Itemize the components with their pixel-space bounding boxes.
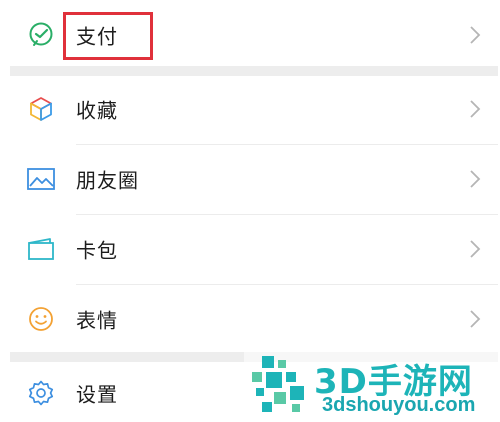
watermark: 3D手游网 3dshouyou.com: [244, 350, 500, 422]
watermark-logo-icon: [252, 356, 304, 412]
gear-icon: [26, 378, 56, 408]
divider: [76, 284, 498, 285]
divider: [76, 214, 498, 215]
section-gap: [10, 66, 498, 76]
chevron-right-icon: [470, 310, 481, 328]
chevron-right-icon: [470, 26, 481, 44]
card-wallet-icon: [26, 234, 56, 264]
menu-item-label: 朋友圈: [76, 168, 139, 193]
menu-item-card-wallet[interactable]: 卡包: [10, 218, 498, 280]
favorites-cube-icon: [26, 94, 56, 124]
menu-item-label: 表情: [76, 308, 118, 333]
menu-item-favorites[interactable]: 收藏: [10, 78, 498, 140]
watermark-url: 3dshouyou.com: [322, 394, 476, 416]
chevron-right-icon: [470, 240, 481, 258]
menu-item-label: 卡包: [76, 238, 118, 263]
menu-item-stickers[interactable]: 表情: [10, 288, 498, 350]
menu-item-label: 设置: [76, 382, 118, 407]
smiley-icon: [26, 304, 56, 334]
moments-picture-icon: [26, 164, 56, 194]
menu-item-label: 收藏: [76, 98, 118, 123]
wechat-pay-icon: [26, 20, 56, 50]
divider: [76, 144, 498, 145]
chevron-right-icon: [470, 170, 481, 188]
chevron-right-icon: [470, 100, 481, 118]
menu-item-moments[interactable]: 朋友圈: [10, 148, 498, 210]
highlight-box: [63, 12, 153, 60]
